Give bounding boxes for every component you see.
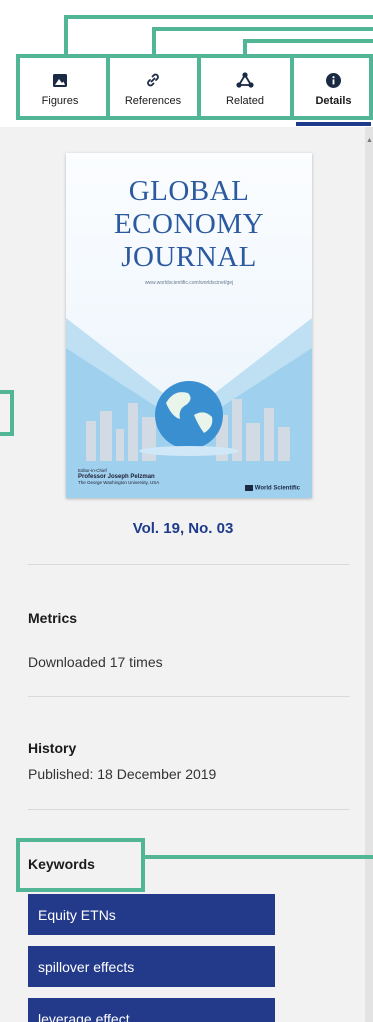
annotation-line bbox=[64, 15, 68, 57]
annotation-line bbox=[152, 27, 373, 31]
divider bbox=[28, 564, 350, 565]
cover-artwork bbox=[66, 318, 312, 498]
annotation-line bbox=[243, 39, 373, 43]
history-heading: History bbox=[28, 740, 77, 756]
divider bbox=[28, 809, 350, 810]
annotation-divider bbox=[290, 54, 294, 120]
publisher-logo: World Scientific bbox=[244, 485, 300, 492]
keyword-tag[interactable]: leverage effect bbox=[28, 998, 275, 1022]
issue-link[interactable]: Vol. 19, No. 03 bbox=[0, 520, 366, 537]
annotation-line bbox=[64, 15, 373, 19]
annotation-line bbox=[152, 27, 156, 57]
annotation-box bbox=[16, 54, 373, 120]
scrollbar[interactable] bbox=[365, 127, 373, 1022]
metrics-heading: Metrics bbox=[28, 610, 78, 626]
keyword-list: Equity ETNs spillover effects leverage e… bbox=[28, 894, 275, 1022]
keyword-tag[interactable]: spillover effects bbox=[28, 946, 275, 987]
keyword-tag[interactable]: Equity ETNs bbox=[28, 894, 275, 935]
cover-editor: Editor-in-Chief Professor Joseph Pelzman… bbox=[78, 468, 160, 485]
annotation-box bbox=[16, 838, 145, 892]
annotation-mark bbox=[0, 432, 14, 436]
annotation-mark bbox=[10, 390, 14, 436]
publisher-mark-icon bbox=[244, 485, 253, 491]
journal-cover[interactable]: GLOBAL ECONOMY JOURNAL www.worldscientif… bbox=[66, 153, 312, 498]
download-count: Downloaded 17 times bbox=[28, 654, 163, 670]
published-date: Published: 18 December 2019 bbox=[28, 766, 217, 782]
scroll-up-arrow-icon[interactable]: ▲ bbox=[366, 137, 373, 144]
annotation-divider bbox=[106, 54, 110, 120]
divider bbox=[28, 696, 350, 697]
annotation-line bbox=[145, 855, 373, 859]
annotation-divider bbox=[197, 54, 201, 120]
active-tab-indicator bbox=[296, 122, 371, 126]
